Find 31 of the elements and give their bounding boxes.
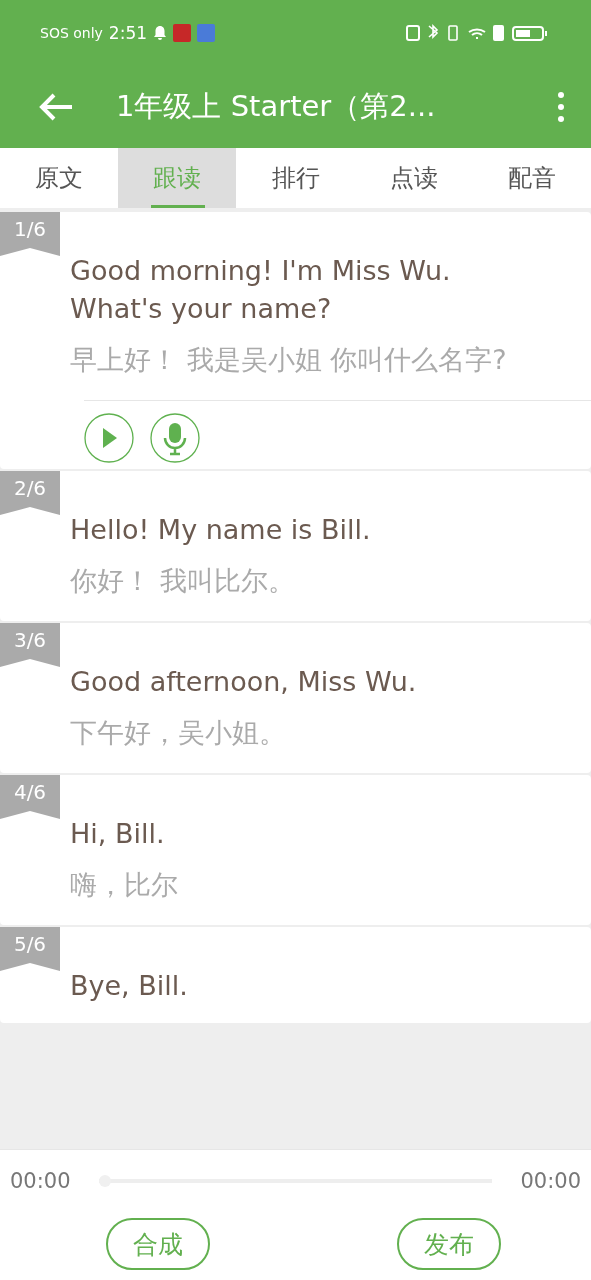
sentence-index-ribbon: 2/6	[0, 471, 60, 515]
play-button-icon[interactable]	[84, 413, 134, 463]
english-sentence: Bye, Bill.	[70, 969, 189, 1003]
app-icon	[197, 23, 216, 42]
chinese-translation: 下午好，吴小姐。	[70, 716, 287, 750]
back-arrow-icon[interactable]	[38, 91, 74, 122]
more-menu-icon[interactable]	[557, 90, 565, 123]
english-sentence: Good afternoon, Miss Wu.	[70, 665, 418, 699]
english-sentence: Hello! My name is Bill.	[70, 513, 372, 547]
english-sentence: Hi, Bill.	[70, 817, 166, 851]
total-time: 00:00	[520, 1169, 581, 1193]
sentence-card[interactable]: 3/6 Good afternoon, Miss Wu. 下午好，吴小姐。	[0, 623, 591, 773]
chinese-translation: 你好！ 我叫比尔。	[70, 564, 296, 598]
sentence-index-ribbon: 1/6	[0, 212, 60, 256]
sentence-card[interactable]: 2/6 Hello! My name is Bill. 你好！ 我叫比尔。	[0, 471, 591, 621]
status-time: 2:51	[108, 22, 148, 43]
status-carrier: SOS only	[40, 24, 103, 41]
sentence-card[interactable]: 5/6 Bye, Bill.	[0, 927, 591, 1023]
chinese-translation: 早上好！ 我是吴小姐 你叫什么名字?	[70, 343, 508, 377]
sentence-card[interactable]: 1/6 Good morning! I'm Miss Wu. What's your name? 早上好！ 我是吴小姐 你叫什么名字?	[0, 212, 591, 469]
english-sentence: Good morning! I'm Miss Wu. What's your name?	[70, 254, 452, 326]
page-title: 1年级上 Starter（第2...	[116, 87, 437, 125]
sentence-index-ribbon: 5/6	[0, 927, 60, 971]
app-icon	[173, 23, 192, 42]
microphone-icon[interactable]	[150, 413, 200, 463]
chinese-translation: 嗨，比尔	[70, 868, 179, 902]
sentence-card[interactable]: 4/6 Hi, Bill. 嗨，比尔	[0, 775, 591, 925]
sentence-index-ribbon: 3/6	[0, 623, 60, 667]
sentence-index-ribbon: 4/6	[0, 775, 60, 819]
elapsed-time: 00:00	[10, 1169, 71, 1193]
bell-icon	[153, 24, 168, 41]
